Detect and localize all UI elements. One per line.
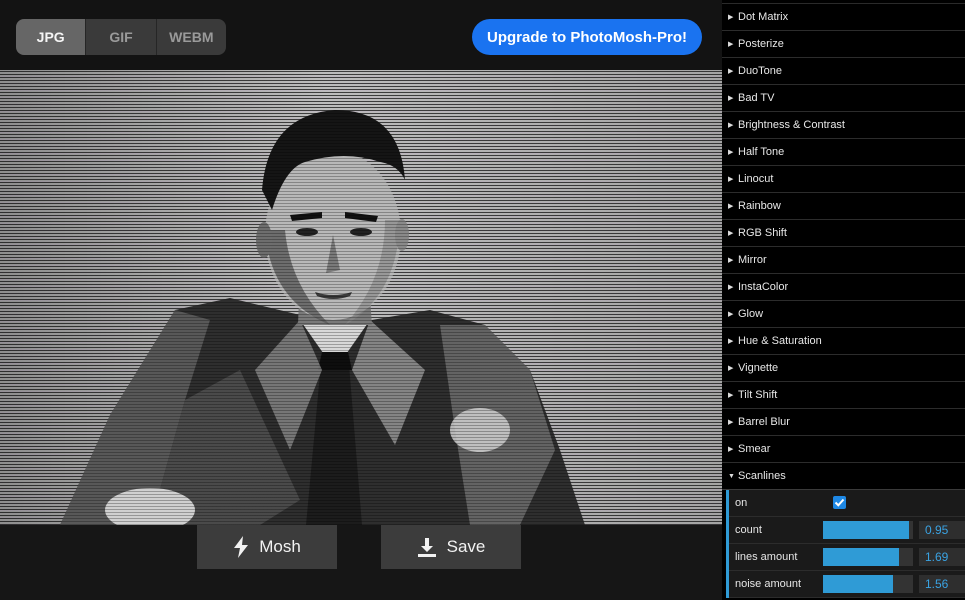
on-label: on — [735, 497, 748, 509]
lines-amount-slider-fill — [823, 548, 899, 566]
noise-amount-value-input[interactable]: 1.56 — [919, 575, 965, 593]
download-icon — [417, 537, 437, 557]
effect-rainbow[interactable]: ▶ Rainbow — [722, 193, 965, 220]
save-button[interactable]: Save — [381, 525, 521, 569]
collapsed-triangle-icon: ▶ — [728, 41, 734, 48]
collapsed-triangle-icon: ▶ — [728, 95, 734, 102]
format-jpg-button[interactable]: JPG — [16, 19, 87, 55]
collapsed-triangle-icon: ▶ — [728, 68, 734, 75]
collapsed-triangle-icon: ▶ — [728, 203, 734, 210]
lightning-icon — [233, 536, 249, 558]
control-lines-amount: lines amount 1.69 — [729, 544, 965, 571]
control-noise-amount: noise amount 1.56 — [729, 571, 965, 598]
image-canvas — [0, 70, 722, 525]
effect-mirror[interactable]: ▶ Mirror — [722, 247, 965, 274]
control-on: on — [729, 490, 965, 517]
lines-amount-label: lines amount — [735, 551, 798, 563]
count-slider[interactable] — [823, 521, 913, 539]
effect-glow[interactable]: ▶ Glow — [722, 301, 965, 328]
collapsed-triangle-icon: ▶ — [728, 419, 734, 426]
count-label: count — [735, 524, 762, 536]
collapsed-triangle-icon: ▶ — [728, 257, 734, 264]
collapsed-triangle-icon: ▶ — [728, 311, 734, 318]
effect-rgb-shift[interactable]: ▶ RGB Shift — [722, 220, 965, 247]
on-checkbox[interactable] — [833, 496, 846, 509]
bottom-toolbar: Mosh Save — [0, 525, 722, 600]
collapsed-triangle-icon: ▶ — [728, 365, 734, 372]
effect-linocut[interactable]: ▶ Linocut — [722, 166, 965, 193]
count-slider-fill — [823, 521, 909, 539]
effect-dot-matrix[interactable]: ▶ Dot Matrix — [722, 4, 965, 31]
lines-amount-slider[interactable] — [823, 548, 913, 566]
noise-amount-label: noise amount — [735, 578, 802, 590]
upgrade-pro-button[interactable]: Upgrade to PhotoMosh-Pro! — [472, 19, 702, 55]
count-value-input[interactable]: 0.95 — [919, 521, 965, 539]
effect-vignette[interactable]: ▶ Vignette — [722, 355, 965, 382]
noise-amount-slider[interactable] — [823, 575, 913, 593]
mosh-label: Mosh — [259, 537, 301, 556]
checkmark-icon — [834, 498, 845, 507]
effect-instacolor[interactable]: ▶ InstaColor — [722, 274, 965, 301]
expanded-triangle-icon: ▼ — [728, 472, 735, 480]
format-selector: JPG GIF WEBM — [16, 19, 226, 55]
effect-bad-tv[interactable]: ▶ Bad TV — [722, 85, 965, 112]
format-gif-button[interactable]: GIF — [86, 19, 157, 55]
control-count: count 0.95 — [729, 517, 965, 544]
format-webm-button[interactable]: WEBM — [156, 19, 226, 55]
effects-panel: ▶ Dot Matrix ▶ Posterize ▶ DuoTone ▶ Bad TV … — [722, 0, 965, 600]
collapsed-triangle-icon: ▶ — [728, 14, 734, 21]
effect-duotone[interactable]: ▶ DuoTone — [722, 58, 965, 85]
effect-smear[interactable]: ▶ Smear — [722, 436, 965, 463]
effect-hue-saturation[interactable]: ▶ Hue & Saturation — [722, 328, 965, 355]
effect-half-tone[interactable]: ▶ Half Tone — [722, 139, 965, 166]
effect-barrel-blur[interactable]: ▶ Barrel Blur — [722, 409, 965, 436]
lines-amount-value-input[interactable]: 1.69 — [919, 548, 965, 566]
collapsed-triangle-icon: ▶ — [728, 176, 734, 183]
collapsed-triangle-icon: ▶ — [728, 284, 734, 291]
collapsed-triangle-icon: ▶ — [728, 122, 734, 129]
top-toolbar: JPG GIF WEBM Upgrade to PhotoMosh-Pro! — [0, 0, 722, 70]
collapsed-triangle-icon: ▶ — [728, 338, 734, 345]
collapsed-triangle-icon: ▶ — [728, 149, 734, 156]
collapsed-triangle-icon: ▶ — [728, 446, 734, 453]
scanlines-controls: on count 0.95 lines amount 1.69 noise am… — [726, 490, 965, 598]
scanline-overlay — [0, 70, 722, 525]
effect-tilt-shift[interactable]: ▶ Tilt Shift — [722, 382, 965, 409]
noise-amount-slider-fill — [823, 575, 894, 593]
collapsed-triangle-icon: ▶ — [728, 230, 734, 237]
collapsed-triangle-icon: ▶ — [728, 392, 734, 399]
mosh-button[interactable]: Mosh — [197, 525, 337, 569]
effect-brightness-contrast[interactable]: ▶ Brightness & Contrast — [722, 112, 965, 139]
effect-scanlines[interactable]: ▼ Scanlines — [722, 463, 965, 490]
effect-posterize[interactable]: ▶ Posterize — [722, 31, 965, 58]
save-label: Save — [446, 537, 486, 556]
